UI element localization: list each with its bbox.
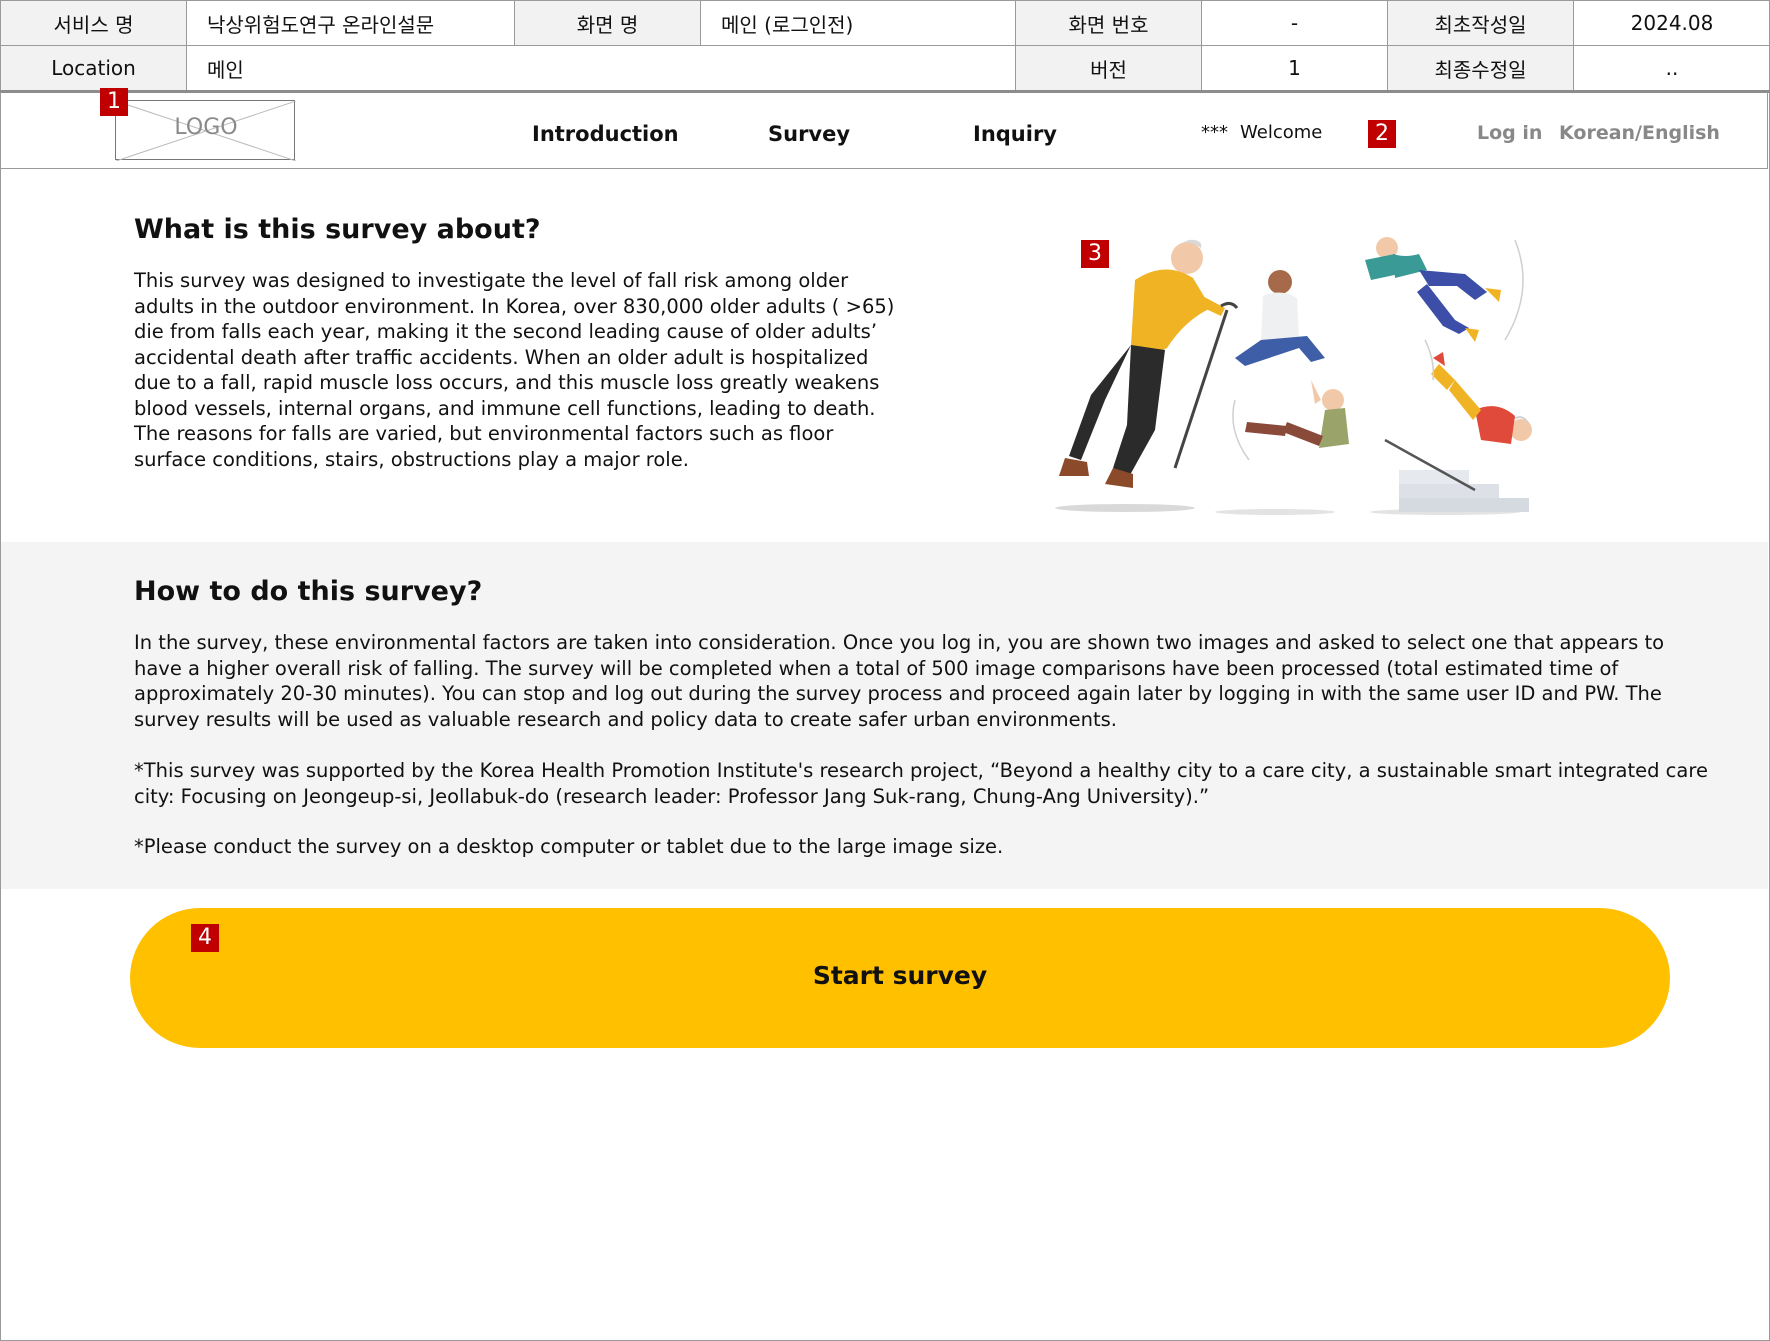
about-line: blood vessels, internal organs, and immu…: [134, 396, 876, 420]
screen-name-value: 메인 (로그인전): [700, 0, 1016, 46]
about-line: The reasons for falls are varied, but en…: [134, 422, 834, 445]
created-date-value: 2024.08: [1573, 0, 1770, 46]
modified-date-label: 최종수정일: [1387, 45, 1574, 93]
about-line: due to a fall, rapid muscle loss occurs,…: [134, 371, 880, 394]
login-link[interactable]: Log in: [1477, 122, 1542, 144]
annotation-marker-1: 1: [100, 88, 128, 116]
nav-introduction[interactable]: Introduction: [532, 122, 679, 146]
annotation-marker-4: 4: [191, 924, 219, 952]
annotation-marker-2: 2: [1368, 120, 1396, 148]
site-header: LOGO Introduction Survey Inquiry *** Welc…: [0, 92, 1768, 169]
about-line: die from falls each year, making it the …: [134, 320, 878, 343]
about-line: surface conditions, stairs, obstructions…: [134, 447, 689, 471]
about-line: adults in the outdoor environment. In Ko…: [134, 294, 895, 318]
start-survey-button[interactable]: Start survey: [130, 908, 1670, 1048]
version-value: 1: [1201, 45, 1388, 93]
falling-seniors-illustration: [1055, 237, 1532, 515]
screen-number-label: 화면 번호: [1015, 0, 1202, 46]
nav-inquiry[interactable]: Inquiry: [973, 122, 1057, 146]
about-line: This survey was designed to investigate …: [134, 269, 849, 292]
service-name-label: 서비스 명: [0, 0, 187, 46]
funding-line: city: Focusing on Jeongeup-si, Jeollabuk…: [134, 784, 1210, 808]
funding-note: *This survey was supported by the Korea …: [134, 758, 1708, 809]
start-survey-label: Start survey: [812, 961, 988, 990]
spec-table: 서비스 명 낙상위험도연구 온라인설문 화면 명 메인 (로그인전) 화면 번호…: [0, 0, 1770, 93]
created-date-label: 최초작성일: [1387, 0, 1574, 46]
screen-number-value: -: [1201, 0, 1388, 46]
language-toggle[interactable]: Korean/English: [1559, 122, 1720, 144]
welcome-text: Welcome: [1240, 122, 1323, 143]
logo-placeholder[interactable]: LOGO: [115, 100, 296, 161]
device-note: *Please conduct the survey on a desktop …: [134, 835, 1004, 858]
modified-date-value: ..: [1573, 45, 1770, 93]
nav-survey[interactable]: Survey: [768, 122, 850, 146]
howto-line: approximately 20-30 minutes). You can st…: [134, 682, 1662, 705]
howto-line: In the survey, these environmental facto…: [134, 631, 1665, 654]
about-paragraph: This survey was designed to investigate …: [134, 268, 894, 472]
funding-line: *This survey was supported by the Korea …: [134, 759, 1708, 782]
welcome-user: ***: [1201, 122, 1228, 143]
howto-title: How to do this survey?: [134, 576, 483, 607]
welcome-message: *** Welcome: [1201, 122, 1322, 143]
location-label: Location: [0, 45, 187, 93]
version-label: 버전: [1015, 45, 1202, 93]
location-value: 메인: [186, 45, 1016, 93]
logo-text: LOGO: [174, 115, 238, 140]
howto-line: have a higher overall risk of falling. T…: [134, 656, 1619, 680]
about-line: accidental death after traffic accidents…: [134, 345, 869, 369]
howto-line: survey results will be used as valuable …: [134, 707, 1117, 731]
service-name-value: 낙상위험도연구 온라인설문: [186, 0, 515, 46]
about-title: What is this survey about?: [134, 214, 541, 245]
howto-paragraph: In the survey, these environmental facto…: [134, 630, 1664, 732]
screen-name-label: 화면 명: [514, 0, 701, 46]
